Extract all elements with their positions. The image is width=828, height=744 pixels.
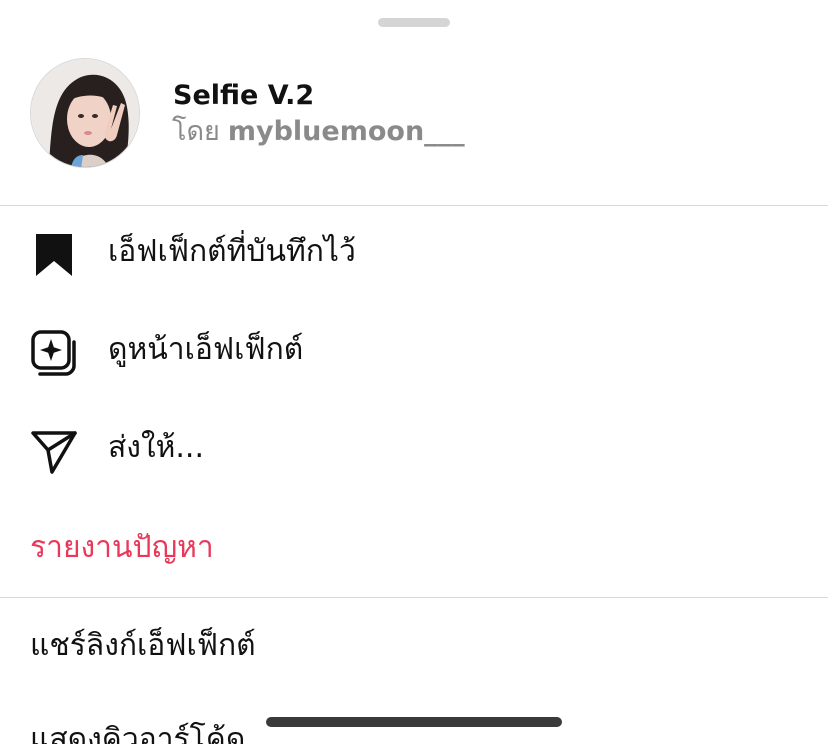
creator-username[interactable]: mybluemoon___ — [228, 116, 465, 147]
menu-item-label: ส่งให้... — [108, 430, 204, 465]
menu-item-saved-effects[interactable]: เอ็ฟเฟ็กต์ที่บันทึกไว้ — [0, 208, 828, 298]
bookmark-icon — [30, 232, 78, 280]
menu-item-label: ดูหน้าเอ็ฟเฟ็กต์ — [108, 332, 304, 367]
effect-gallery-icon — [30, 330, 78, 378]
send-icon — [30, 428, 78, 476]
effect-name: Selfie V.2 — [173, 80, 315, 111]
header-divider — [0, 205, 828, 206]
menu-item-send-to[interactable]: ส่งให้... — [0, 404, 828, 494]
effect-options-sheet: Selfie V.2 โดย mybluemoon___ เอ็ฟเฟ็กต์ที… — [0, 0, 828, 744]
report-problem-button[interactable]: รายงานปัญหา — [30, 526, 214, 570]
home-indicator[interactable] — [266, 717, 562, 727]
creator-byline[interactable]: โดย mybluemoon___ — [172, 113, 465, 151]
menu-item-label: เอ็ฟเฟ็กต์ที่บันทึกไว้ — [108, 234, 356, 269]
sheet-grabber[interactable] — [378, 18, 450, 27]
section-divider — [0, 597, 828, 598]
menu-item-view-effect-page[interactable]: ดูหน้าเอ็ฟเฟ็กต์ — [0, 306, 828, 396]
share-effect-link-button[interactable]: แชร์ลิงก์เอ็ฟเฟ็กต์ — [30, 624, 256, 668]
creator-avatar[interactable] — [30, 58, 140, 168]
show-qr-code-button[interactable]: แสดงคิวอาร์โค้ด — [30, 718, 245, 744]
effect-header: Selfie V.2 โดย mybluemoon___ — [0, 58, 828, 168]
by-prefix: โดย — [172, 116, 220, 147]
